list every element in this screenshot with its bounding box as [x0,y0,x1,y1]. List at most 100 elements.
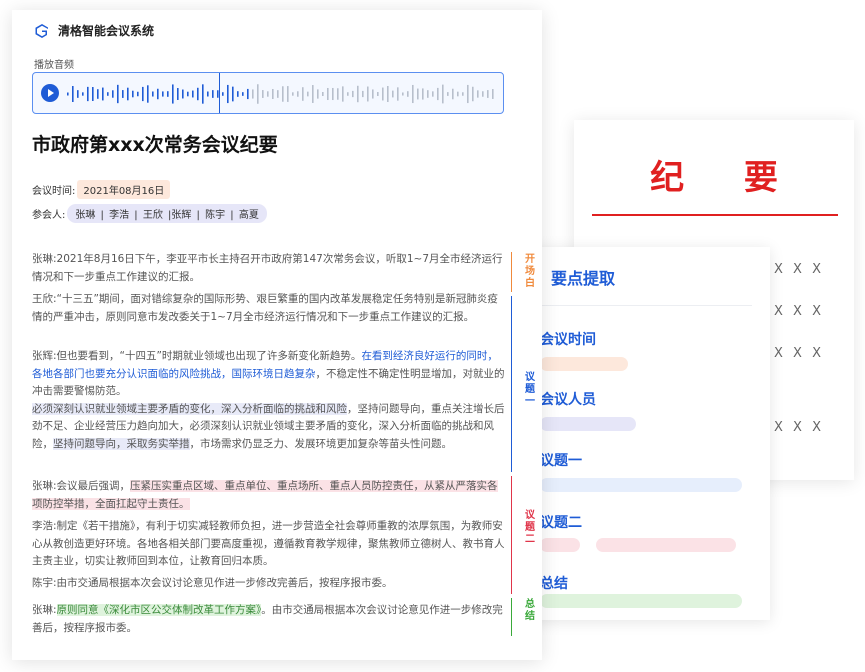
section-label-opening: 开场白 [525,254,535,289]
waveform-bar [252,89,254,99]
section-bracket-summary [506,598,512,636]
point-pill [596,538,736,552]
point-attendees[interactable]: 会议人员 [540,389,596,409]
brand-name: 清格智能会议系统 [58,24,155,38]
waveform-bar [262,90,264,98]
waveform-bar [282,86,284,102]
highlight-lavender: 坚持问题导向，采取务实举措 [53,437,190,450]
placeholder-text: X X X [774,262,824,277]
waveform-bar [327,87,329,101]
highlight-lavender: 必须深刻认识就业领域主要矛盾的变化，深入分析面临的挑战和风险 [32,402,347,415]
waveform-bar [392,90,394,98]
transcript-item: 张辉:但也要看到，“十四五”时期就业领域也出现了许多新变化新趋势。在看到经济良好… [32,348,508,453]
waveform-bar [472,86,474,102]
point-topic-one[interactable]: 议题一 [540,450,582,470]
waveform-bar [122,90,124,98]
divider [538,305,752,306]
section-label-topic-one: 议题一 [525,372,535,407]
audio-player[interactable] [32,72,504,114]
placeholder-text: X X X [774,304,824,319]
waveform-bar [342,86,344,102]
section-bracket-opening [506,252,512,292]
waveform-bar [242,92,244,96]
speaker: 王欣: [32,293,57,305]
waveform-bar [347,92,349,96]
waveform-bar [227,84,229,104]
placeholder-text: X X X [774,420,824,435]
waveform-bar [302,87,304,101]
waveform-bar [147,85,149,103]
waveform-bar [447,92,449,96]
speaker: 张琳: [32,253,57,265]
waveform-bar [462,92,464,96]
section-label-summary: 总结 [525,599,535,622]
waveform-bar [387,86,389,102]
waveform-bar [382,87,384,101]
waveform-bar [337,88,339,100]
waveform-bar [247,88,249,100]
point-summary[interactable]: 总结 [540,573,568,593]
waveform-bar [362,90,364,98]
utterance: 由市交通局根据本次会议讨论意见作进一步修改完善后，按程序报市委。 [56,577,393,589]
utterance: 2021年8月16日下午，李亚平市长主持召开市政府第147次常务会议，听取1~7… [32,253,503,283]
transcript-item: 王欣:“十三五”期间，面对错综复杂的国际形势、艰巨繁重的国内改革发展稳定任务特别… [32,291,508,326]
waveform-bar [142,86,144,102]
waveform-bar [192,90,194,98]
waveform-bar [427,90,429,98]
waveform[interactable] [65,77,495,111]
waveform-bar [257,84,259,104]
summary-title: 纪 要 [650,158,802,198]
waveform-bar [412,84,414,104]
meeting-time-value: 2021年08月16日 [77,180,171,199]
transcript-item: 李浩:制定《若干措施》，有利于切实减轻教师负担，进一步营造全社会尊师重教的浓厚氛… [32,518,508,571]
waveform-bar [132,90,134,98]
waveform-bar [432,91,434,97]
waveform-bar [267,91,269,97]
utterance: 但也要看到，“十四五”时期就业领域也出现了许多新变化新趋势。 [56,350,362,362]
waveform-bar [157,88,159,100]
waveform-bar [377,92,379,96]
play-icon[interactable] [41,84,59,102]
waveform-bar [317,89,319,99]
attendees-label: 参会人: [32,210,66,221]
waveform-bar [97,89,99,99]
utterance: “十三五”期间，面对错综复杂的国际形势、艰巨繁重的国内改革发展稳定任务特别是新冠… [32,293,498,323]
waveform-bar [222,92,224,96]
speaker: 张琳: [32,604,57,616]
transcript-item: 张琳:会议最后强调，压紧压实重点区域、重点单位、重点场所、重点人员防控责任，从紧… [32,478,508,513]
waveform-bar [332,87,334,101]
waveform-bar [482,91,484,97]
speaker: 张琳: [32,480,57,492]
waveform-bar [322,91,324,97]
point-pill [540,538,580,552]
key-points-title: 要点提取 [551,269,616,288]
summary-red-rule [592,214,838,216]
waveform-bar [212,90,214,98]
waveform-bar [117,84,119,104]
point-meeting-time[interactable]: 会议时间 [540,329,596,349]
waveform-bar [152,91,154,97]
waveform-bar [237,91,239,97]
waveform-bar [417,88,419,100]
waveform-bar [407,91,409,97]
meeting-time-row: 会议时间: 2021年08月16日 [32,180,171,199]
speaker: 李浩: [32,520,57,532]
point-pill [540,357,628,371]
waveform-bar [107,92,109,96]
transcript-item: 张琳:原则同意《深化市区公交体制改革工作方案》。由市交通局根据本次会议讨论意见作… [32,602,508,637]
point-pill [540,594,742,608]
waveform-bar [177,88,179,100]
point-topic-two[interactable]: 议题二 [540,512,582,532]
waveform-bar [207,91,209,97]
waveform-bar [402,92,404,96]
waveform-bar [82,92,84,96]
waveform-bar [202,84,204,104]
section-label-topic-two: 议题二 [525,510,535,545]
waveform-bar [232,86,234,102]
audio-label: 播放音频 [34,60,74,71]
waveform-bar [287,86,289,102]
waveform-bar [437,87,439,101]
waveform-bar [72,86,74,102]
playhead[interactable] [219,73,220,113]
transcript-item: 张琳:2021年8月16日下午，李亚平市长主持召开市政府第147次常务会议，听取… [32,251,508,286]
